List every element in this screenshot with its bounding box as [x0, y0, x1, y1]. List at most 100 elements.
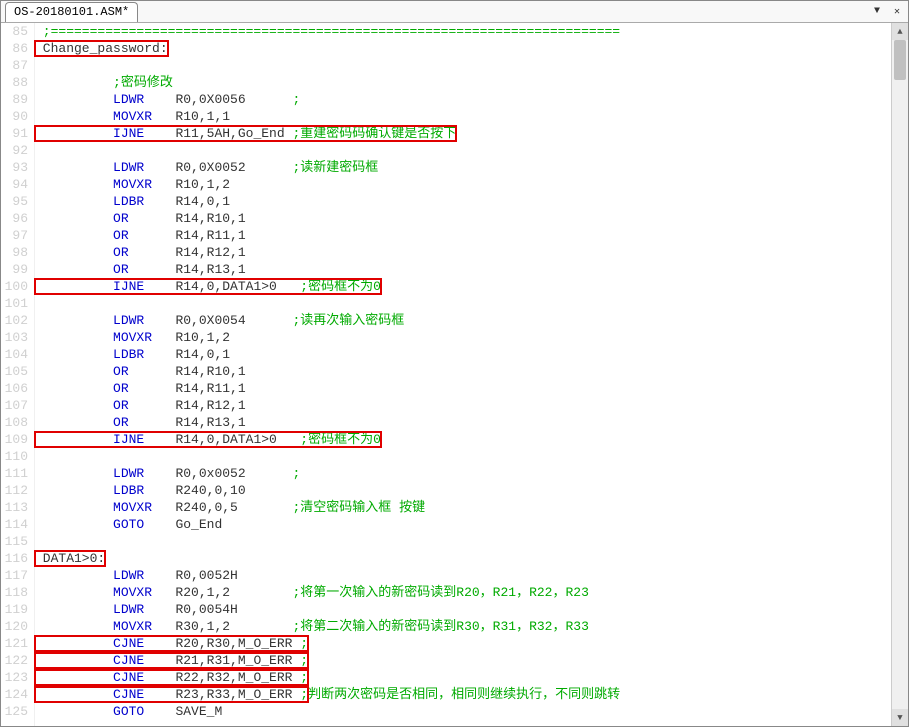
code-line[interactable]: CJNE R21,R31,M_O_ERR ; [35, 652, 891, 669]
code-line[interactable]: ;=======================================… [35, 23, 891, 40]
line-number: 88 [1, 74, 28, 91]
line-number: 101 [1, 295, 28, 312]
line-number: 99 [1, 261, 28, 278]
code-line[interactable] [35, 57, 891, 74]
line-number: 109 [1, 431, 28, 448]
line-number: 122 [1, 652, 28, 669]
code-line[interactable]: LDWR R0,0X0056 ; [35, 91, 891, 108]
code-line[interactable] [35, 295, 891, 312]
line-number: 100 [1, 278, 28, 295]
line-number: 97 [1, 227, 28, 244]
tab-title: OS-20180101.ASM* [14, 5, 129, 19]
code-line[interactable]: LDWR R0,0052H [35, 567, 891, 584]
line-number: 93 [1, 159, 28, 176]
line-number: 107 [1, 397, 28, 414]
vertical-scrollbar[interactable]: ▲ ▼ [891, 23, 908, 726]
code-line[interactable]: ;密码修改 [35, 74, 891, 91]
line-number: 119 [1, 601, 28, 618]
line-number: 117 [1, 567, 28, 584]
code-line[interactable]: MOVXR R240,0,5 ;清空密码输入框 按键 [35, 499, 891, 516]
highlighted-span: Change_password: [35, 41, 168, 56]
line-number: 90 [1, 108, 28, 125]
code-line[interactable] [35, 533, 891, 550]
code-line[interactable]: CJNE R20,R30,M_O_ERR ; [35, 635, 891, 652]
file-tab[interactable]: OS-20180101.ASM* [5, 2, 138, 22]
line-number: 102 [1, 312, 28, 329]
line-number: 116 [1, 550, 28, 567]
line-number: 108 [1, 414, 28, 431]
code-line[interactable]: CJNE R22,R32,M_O_ERR ; [35, 669, 891, 686]
scroll-down-arrow[interactable]: ▼ [892, 709, 908, 726]
line-number: 105 [1, 363, 28, 380]
code-line[interactable] [35, 448, 891, 465]
line-number: 118 [1, 584, 28, 601]
code-line[interactable]: LDBR R14,0,1 [35, 193, 891, 210]
line-number: 89 [1, 91, 28, 108]
line-number: 96 [1, 210, 28, 227]
close-icon[interactable]: ✕ [890, 5, 904, 19]
line-number-gutter: 8586878889909192939495969798991001011021… [1, 23, 35, 726]
highlighted-span: IJNE R14,0,DATA1>0 ;密码框不为0 [35, 279, 381, 294]
line-number: 94 [1, 176, 28, 193]
line-number: 123 [1, 669, 28, 686]
code-line[interactable]: OR R14,R12,1 [35, 397, 891, 414]
code-editor: 8586878889909192939495969798991001011021… [1, 23, 908, 726]
line-number: 104 [1, 346, 28, 363]
code-area[interactable]: ;=======================================… [35, 23, 891, 726]
code-line[interactable]: IJNE R14,0,DATA1>0 ;密码框不为0 [35, 431, 891, 448]
line-number: 124 [1, 686, 28, 703]
code-line[interactable]: IJNE R14,0,DATA1>0 ;密码框不为0 [35, 278, 891, 295]
code-line[interactable]: DATA1>0: [35, 550, 891, 567]
tab-bar: OS-20180101.ASM* ▼ ✕ [1, 1, 908, 23]
line-number: 114 [1, 516, 28, 533]
highlighted-span: CJNE R23,R33,M_O_ERR ; [35, 687, 308, 702]
code-line[interactable]: OR R14,R13,1 [35, 261, 891, 278]
code-line[interactable]: IJNE R11,5AH,Go_End ;重建密码码确认键是否按下 [35, 125, 891, 142]
code-line[interactable]: MOVXR R30,1,2 ;将第二次输入的新密码读到R30，R31，R32，R… [35, 618, 891, 635]
line-number: 111 [1, 465, 28, 482]
code-line[interactable]: Change_password: [35, 40, 891, 57]
line-number: 125 [1, 703, 28, 720]
line-number: 95 [1, 193, 28, 210]
code-line[interactable]: OR R14,R12,1 [35, 244, 891, 261]
line-number: 112 [1, 482, 28, 499]
code-line[interactable]: LDWR R0,0X0052 ;读新建密码框 [35, 159, 891, 176]
line-number: 87 [1, 57, 28, 74]
code-line[interactable]: OR R14,R11,1 [35, 227, 891, 244]
code-line[interactable]: LDWR R0,0054H [35, 601, 891, 618]
code-line[interactable]: LDBR R14,0,1 [35, 346, 891, 363]
highlighted-span: IJNE R11,5AH,Go_End ;重建密码码确认键是否按下 [35, 126, 456, 141]
line-number: 106 [1, 380, 28, 397]
line-number: 113 [1, 499, 28, 516]
code-line[interactable]: CJNE R23,R33,M_O_ERR ;判断两次密码是否相同，相同则继续执行… [35, 686, 891, 703]
dropdown-icon[interactable]: ▼ [870, 5, 884, 19]
code-line[interactable] [35, 142, 891, 159]
highlighted-span: CJNE R22,R32,M_O_ERR ; [35, 670, 308, 685]
scroll-up-arrow[interactable]: ▲ [892, 23, 908, 40]
scroll-thumb[interactable] [894, 40, 906, 80]
code-line[interactable]: LDWR R0,0X0054 ;读再次输入密码框 [35, 312, 891, 329]
code-line[interactable]: LDBR R240,0,10 [35, 482, 891, 499]
code-line[interactable]: GOTO Go_End [35, 516, 891, 533]
line-number: 86 [1, 40, 28, 57]
code-line[interactable]: OR R14,R10,1 [35, 363, 891, 380]
code-line[interactable]: OR R14,R13,1 [35, 414, 891, 431]
code-line[interactable]: LDWR R0,0x0052 ; [35, 465, 891, 482]
code-line[interactable]: MOVXR R10,1,2 [35, 176, 891, 193]
code-line[interactable]: MOVXR R10,1,1 [35, 108, 891, 125]
code-line[interactable]: GOTO SAVE_M [35, 703, 891, 720]
code-line[interactable]: MOVXR R10,1,2 [35, 329, 891, 346]
highlighted-span: CJNE R21,R31,M_O_ERR ; [35, 653, 308, 668]
line-number: 85 [1, 23, 28, 40]
line-number: 98 [1, 244, 28, 261]
code-line[interactable]: OR R14,R11,1 [35, 380, 891, 397]
line-number: 92 [1, 142, 28, 159]
line-number: 103 [1, 329, 28, 346]
code-line[interactable]: MOVXR R20,1,2 ;将第一次输入的新密码读到R20，R21，R22，R… [35, 584, 891, 601]
line-number: 110 [1, 448, 28, 465]
highlighted-span: CJNE R20,R30,M_O_ERR ; [35, 636, 308, 651]
code-line[interactable]: OR R14,R10,1 [35, 210, 891, 227]
line-number: 91 [1, 125, 28, 142]
tab-controls: ▼ ✕ [870, 5, 904, 19]
line-number: 120 [1, 618, 28, 635]
